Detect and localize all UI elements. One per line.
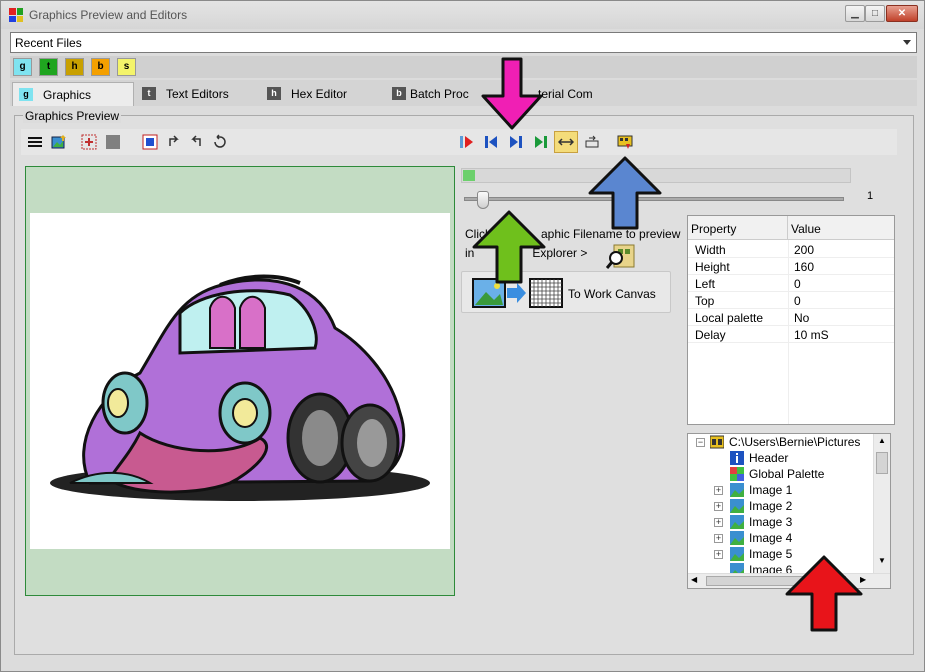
quick-tab-graphics[interactable]: g (13, 58, 32, 76)
quick-tab-s[interactable]: s (117, 58, 136, 76)
batch-tab-icon: b (392, 87, 406, 100)
scroll-left-icon[interactable]: ◀ (691, 575, 697, 584)
palette-icon (730, 467, 744, 481)
frame-slider-thumb[interactable] (477, 191, 489, 209)
tab-text-editors[interactable]: t Text Editors (136, 82, 258, 106)
title-bar: Graphics Preview and Editors ▁ □ ✕ (1, 1, 924, 29)
properties-header: Property Value (688, 216, 894, 240)
image-icon (730, 531, 744, 545)
image-icon (730, 515, 744, 529)
progress-fill (463, 170, 475, 181)
film-export-icon[interactable] (617, 134, 633, 150)
frame-icon[interactable] (142, 134, 158, 150)
quick-tab-batch[interactable]: b (91, 58, 110, 76)
expand-icon[interactable]: + (714, 486, 723, 495)
reset-icon[interactable] (212, 134, 228, 150)
expand-icon[interactable]: + (714, 550, 723, 559)
main-window: Graphics Preview and Editors ▁ □ ✕ Recen… (0, 0, 925, 672)
step-icon[interactable] (584, 134, 600, 150)
app-icon (9, 8, 23, 22)
select-grid-icon[interactable] (81, 134, 97, 150)
magenta-arrow-down (481, 57, 543, 130)
frame-slider-value: 1 (867, 190, 874, 202)
property-row[interactable]: Delay 10 mS (688, 326, 894, 343)
quick-tab-text[interactable]: t (39, 58, 58, 76)
recent-files-label: Recent Files (15, 36, 82, 50)
quick-tab-hex[interactable]: h (65, 58, 84, 76)
property-row[interactable]: Height 160 (688, 258, 894, 275)
image-preview-panel (25, 166, 455, 596)
property-row[interactable]: Left 0 (688, 275, 894, 292)
next-frame-icon[interactable] (508, 134, 524, 150)
scroll-up-icon[interactable]: ▲ (876, 436, 888, 448)
to-work-canvas-label: To Work Canvas (568, 287, 656, 301)
blue-arrow-up (588, 156, 662, 230)
rotate-left-icon[interactable] (166, 134, 182, 150)
expand-icon[interactable]: + (714, 518, 723, 527)
text-tab-icon: t (142, 87, 156, 100)
green-arrow-up (472, 210, 546, 284)
image-canvas (30, 213, 450, 549)
preview-toolbar (21, 129, 897, 155)
prev-frame-icon[interactable] (483, 134, 499, 150)
window-title: Graphics Preview and Editors (29, 8, 188, 22)
recent-files-dropdown[interactable]: Recent Files (10, 32, 917, 53)
property-row[interactable]: Top 0 (688, 292, 894, 309)
image-icon (730, 547, 744, 561)
property-row[interactable]: Local palette No (688, 309, 894, 326)
tab-hex-editor[interactable]: h Hex Editor (261, 82, 383, 106)
last-frame-icon[interactable] (533, 134, 549, 150)
image-icon (730, 483, 744, 497)
close-button[interactable]: ✕ (886, 5, 918, 22)
hex-tab-icon: h (267, 87, 281, 100)
minimize-button[interactable]: ▁ (845, 5, 865, 22)
maximize-button[interactable]: □ (865, 5, 885, 22)
explorer-preview-icon[interactable] (606, 243, 636, 269)
film-icon (710, 435, 724, 449)
graphics-tab-icon: g (19, 88, 33, 101)
image-icon (730, 499, 744, 513)
property-row[interactable]: Width 200 (688, 241, 894, 258)
open-image-icon[interactable] (51, 134, 67, 150)
loop-icon[interactable] (558, 134, 574, 150)
group-label: Graphics Preview (23, 109, 122, 123)
tab-batch-processing[interactable]: b Batch Proc (386, 82, 486, 106)
first-frame-icon[interactable] (459, 134, 475, 150)
scroll-down-icon[interactable]: ▼ (876, 556, 888, 568)
tree-vertical-scrollbar[interactable]: ▲ ▼ (873, 434, 890, 574)
editor-tabs: g Graphics t Text Editors h Hex Editor b… (10, 80, 917, 106)
tab-graphics[interactable]: g Graphics (12, 82, 134, 106)
collapse-root-icon[interactable]: − (696, 438, 705, 447)
car-cartoon-image (50, 274, 430, 501)
properties-grid: Property Value Width 200 Height 160 Left 0 … (687, 215, 895, 425)
editor-quick-tabs: g t h b s (10, 56, 917, 78)
expand-icon[interactable]: + (714, 534, 723, 543)
expand-icon[interactable]: + (714, 502, 723, 511)
chevron-down-icon[interactable] (901, 36, 913, 48)
scroll-thumb[interactable] (876, 452, 888, 474)
rotate-right-icon[interactable] (188, 134, 204, 150)
info-icon (730, 451, 744, 465)
menu-icon[interactable] (27, 134, 43, 150)
stop-icon[interactable] (105, 134, 121, 150)
value-column-header: Value (791, 222, 821, 236)
red-arrow-up (785, 555, 863, 632)
property-column-header: Property (691, 222, 737, 236)
